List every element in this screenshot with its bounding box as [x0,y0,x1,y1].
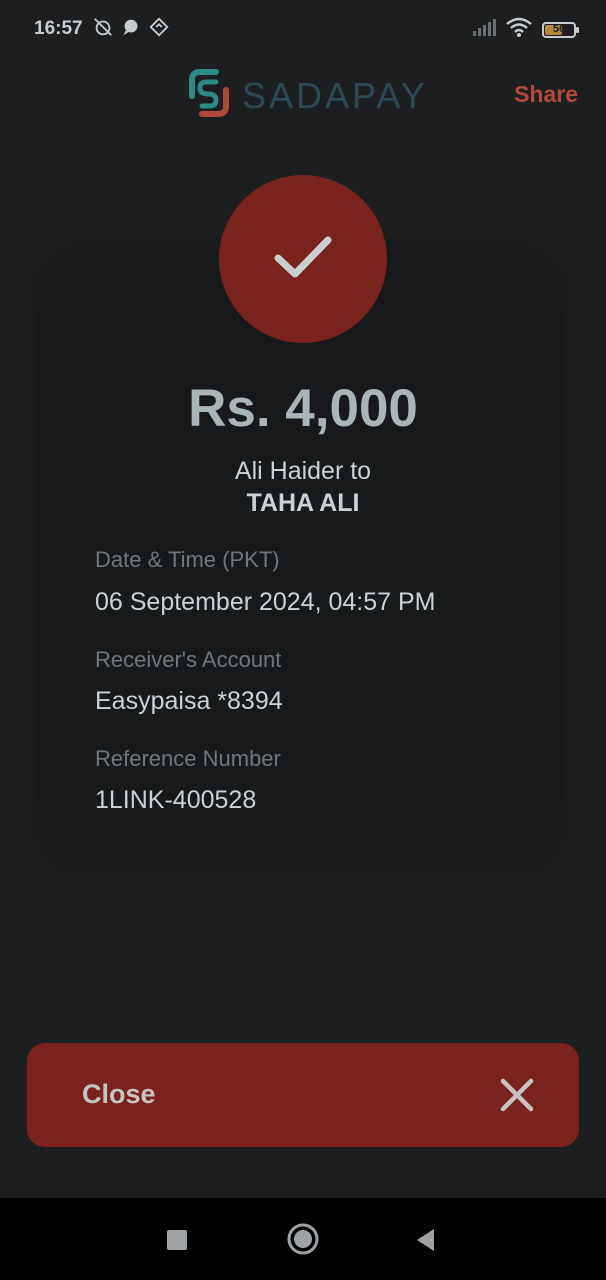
close-button[interactable]: Close [27,1043,579,1147]
battery-icon: 56 [542,21,579,38]
checkmark-icon [273,234,333,285]
transfer-parties: Ali Haider to TAHA ALI [0,455,606,519]
close-icon [499,1077,535,1113]
reference-number-value: 1LINK-400528 [95,786,257,814]
alarm-off-icon [92,16,114,43]
receiver-account-label: Receiver's Account [95,647,282,672]
navigation-bar [0,1198,606,1280]
sadapay-logo-icon [186,66,232,125]
wifi-icon [506,17,532,42]
home-circle-icon[interactable] [286,1222,320,1261]
recents-square-icon[interactable] [166,1224,188,1259]
receiver-name: TAHA ALI [246,489,360,517]
transfer-amount: Rs. 4,000 [188,379,418,438]
back-triangle-icon[interactable] [414,1224,436,1259]
success-badge [219,175,387,343]
sadapay-logo: SADAPAY [186,66,428,125]
sender-name: Ali Haider [234,457,344,485]
close-label: Close [82,1079,156,1109]
receiver-account-value: Easypaisa *8394 [95,687,283,715]
share-button[interactable]: Share [514,81,578,108]
sync-icon [148,16,170,43]
status-bar: 16:57 56 [0,0,606,58]
status-time: 16:57 [34,18,83,39]
brand-name: SADAPAY [242,74,428,116]
battery-level: 56 [552,22,566,35]
signal-icon [472,17,496,42]
date-time-value: 06 September 2024, 04:57 PM [95,588,436,616]
chat-bubble-icon [120,16,142,43]
date-time-label: Date & Time (PKT) [95,547,280,572]
connector-text: to [350,457,372,485]
reference-number-label: Reference Number [95,746,281,771]
